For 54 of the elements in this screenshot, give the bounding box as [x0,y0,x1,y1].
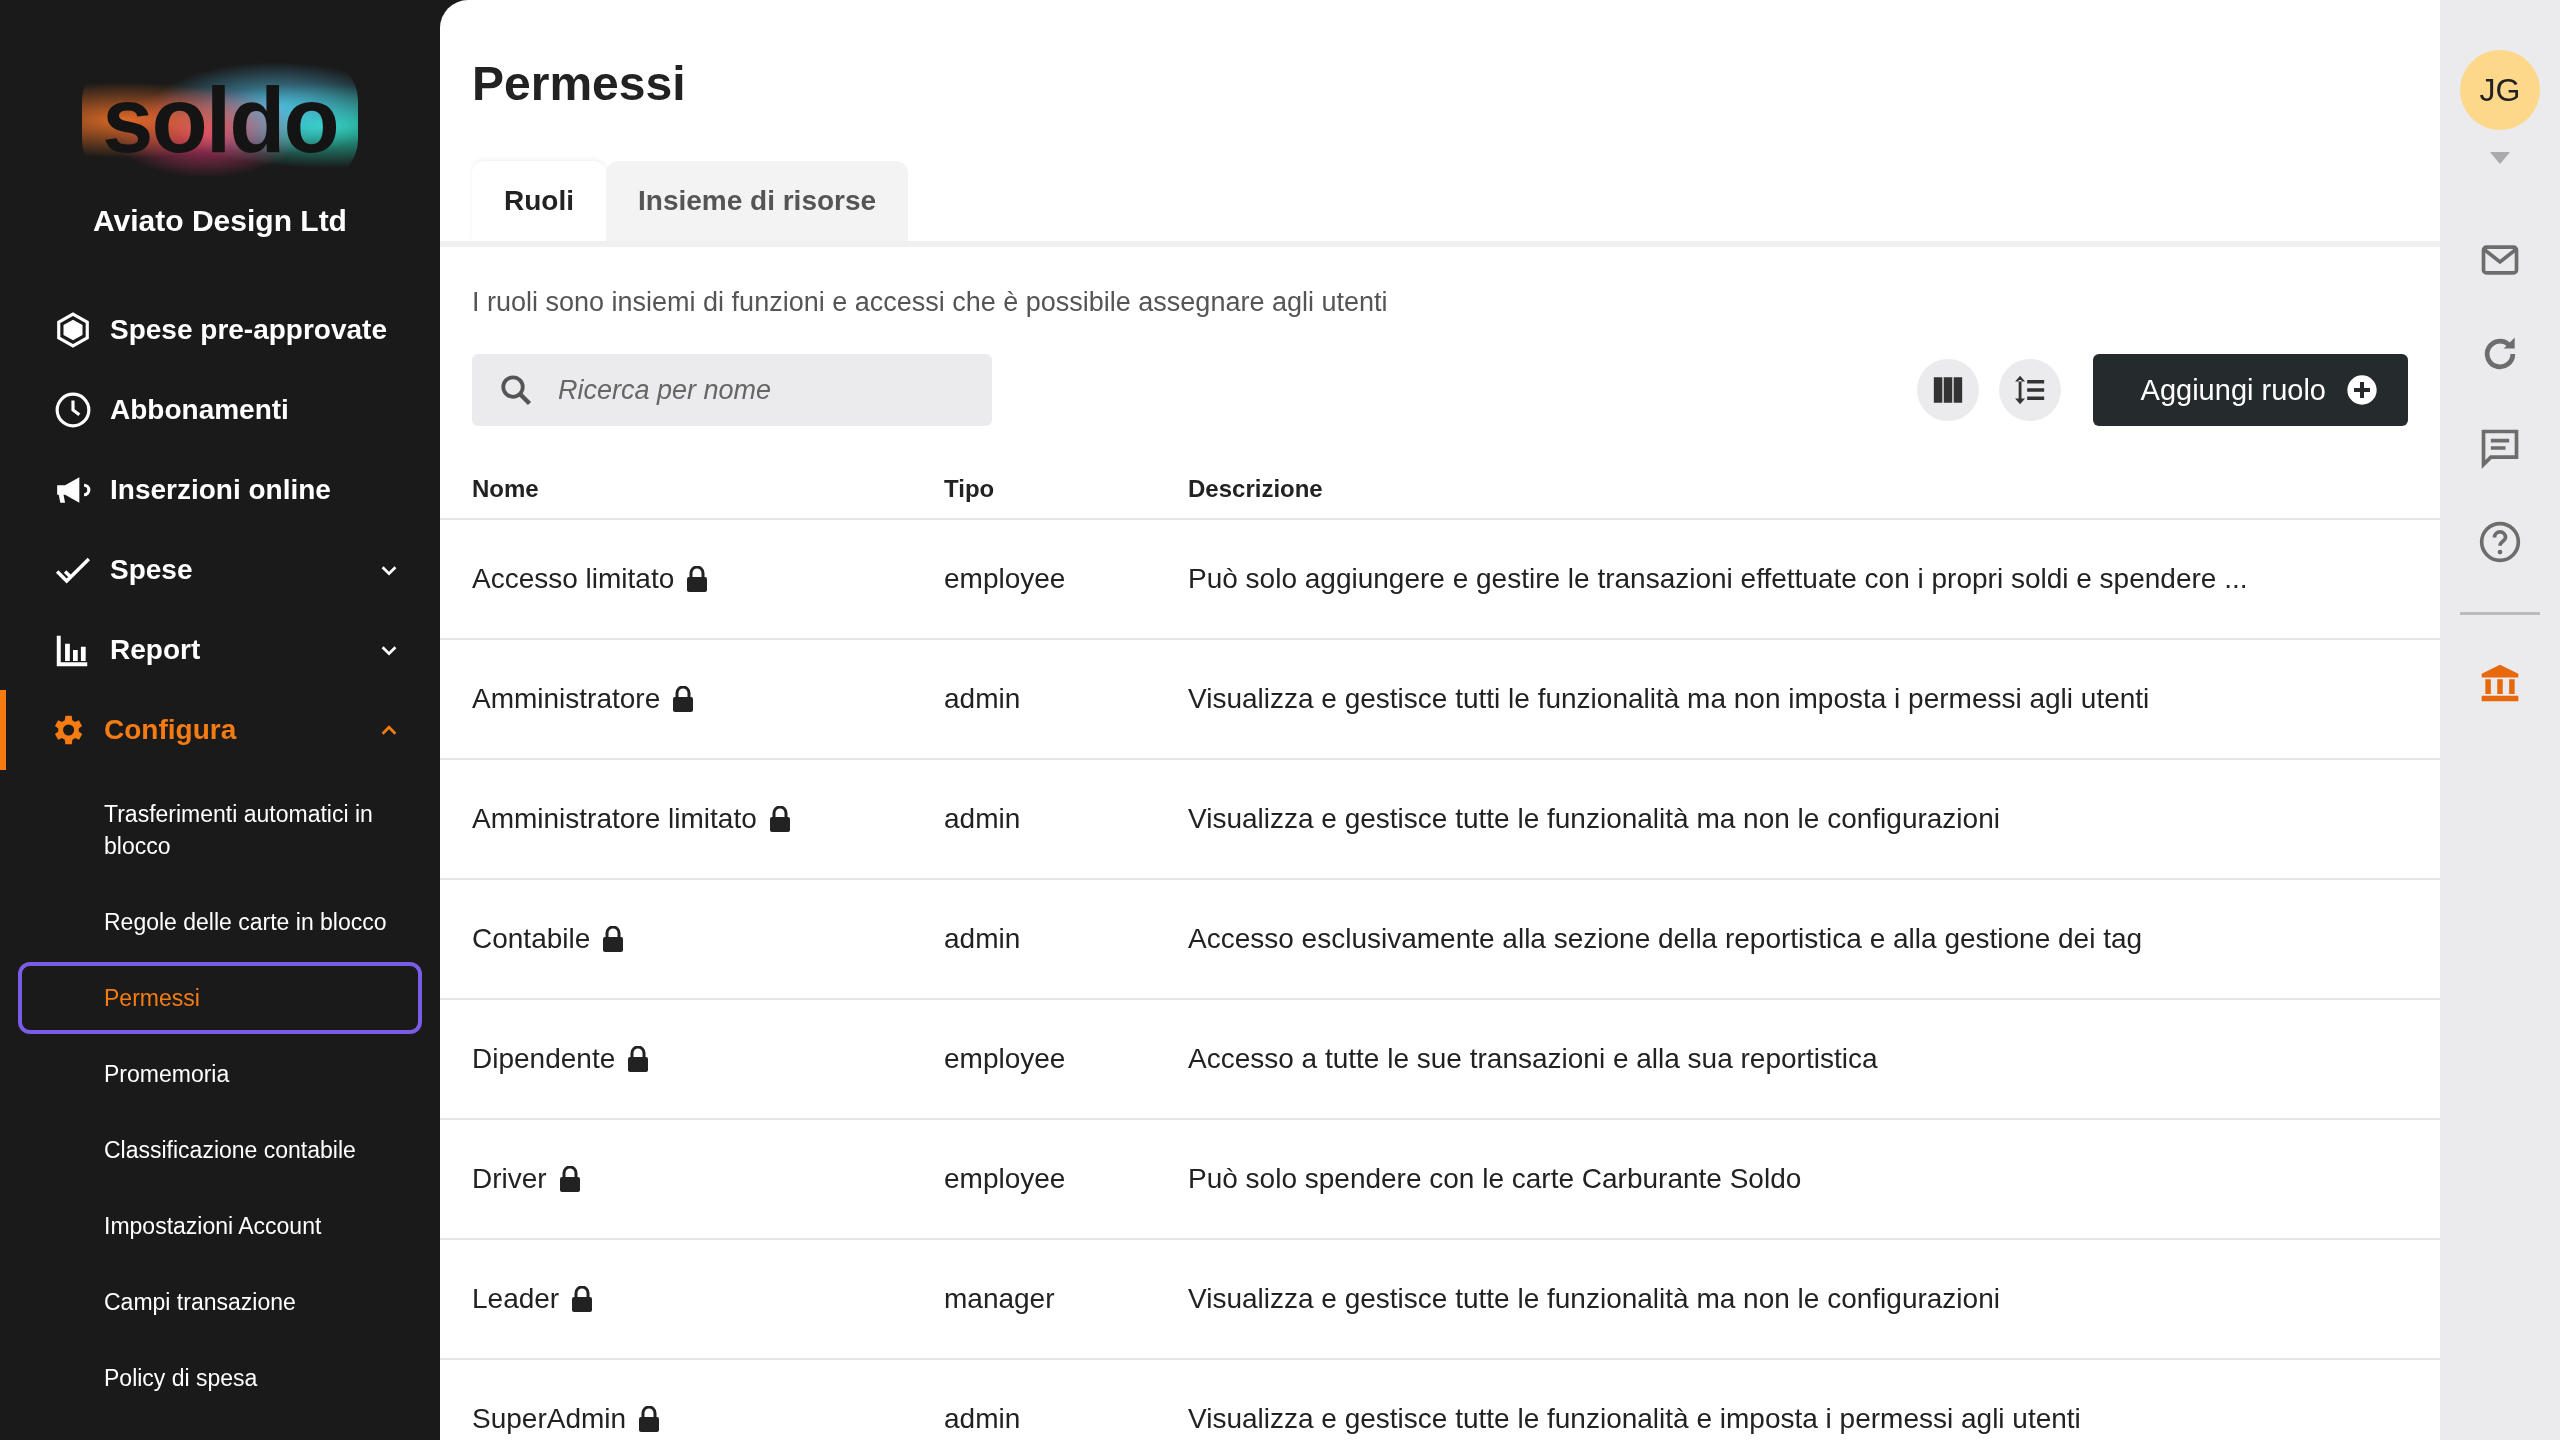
table-cell-text: Visualizza e gestisce tutte le funzionalità ma non le configurazioni [1188,1283,2001,1315]
nav-item[interactable]: Report [0,610,440,690]
table-cell-text: Può solo aggiungere e gestire le transazioni effettuate con i propri soldi e spendere ... [1188,563,2249,595]
submenu-item[interactable]: Campi transazione [18,1266,422,1338]
table-cell-text: Visualizza e gestisce tutte le funzionalità ma non le configurazioni [1188,803,2001,835]
submenu-item[interactable]: Impostazioni Account [18,1190,422,1262]
table-cell-text: Visualizza e gestisce tutte le funzionalità e imposta i permessi agli utenti [1188,1403,2082,1435]
role-name: SuperAdmin [472,1403,627,1435]
page-title: Permessi [472,56,687,111]
clock-icon [54,391,92,429]
line-spacing-icon [2012,373,2047,407]
description-text: I ruoli sono insiemi di funzioni e accessi che è possibile assegnare agli utenti [472,287,1389,318]
user-avatar[interactable]: JG [2460,50,2540,130]
table-cell-text: manager [944,1283,1056,1315]
nav-item[interactable]: Abbonamenti [0,370,440,450]
role-name: Driver [472,1163,547,1195]
table-cell-text: Accesso esclusivamente alla sezione della reportistica e alla gestione dei tag [1188,923,2144,955]
submenu-item[interactable]: Permessi [18,962,422,1034]
role-name: Amministratore limitato [472,803,757,835]
hexagon-icon [54,311,92,349]
submenu-item[interactable]: Trasferimenti automatici in blocco [18,778,422,882]
tab[interactable]: Insieme di risorse [606,161,909,241]
help-icon [2478,519,2522,564]
add-role-button[interactable]: Aggiungi ruolo [2092,354,2408,426]
submenu-item[interactable]: Policy di spesa [18,1342,422,1414]
table-cell-text: employee [944,1163,1067,1195]
nav-item[interactable]: Inserzioni online [0,450,440,530]
table-cell-text: admin [944,923,1022,955]
nav-item[interactable]: Spese pre-approvate [0,290,440,370]
table-cell-text: admin [944,683,1022,715]
caret-icon [2490,152,2510,164]
plus-circle-icon [2346,374,2378,406]
table-cell-text: admin [944,1403,1022,1435]
column-header: Descrizione [1188,475,1324,503]
tab[interactable]: Ruoli [472,161,606,241]
search-field[interactable]: Ricerca per nome [472,354,992,426]
table-cell-text: admin [944,803,1022,835]
submenu-item[interactable]: Promemoria [18,1038,422,1110]
table-cell-text: Visualizza e gestisce tutti le funzionalità ma non imposta i permessi agli utenti [1188,683,2151,715]
nav-item[interactable]: Spese [0,530,440,610]
submenu-item[interactable]: Classificazione contabile [18,1114,422,1186]
table-cell-text: employee [944,563,1067,595]
table-cell-text: Può solo spendere con le carte Carburante Soldo [1188,1163,1803,1195]
table-cell-text: employee [944,1043,1067,1075]
column-header: Tipo [944,475,996,503]
company-name: Aviato Design Ltd [92,204,348,238]
role-name: Amministratore [472,683,661,715]
role-name: Leader [472,1283,560,1315]
table-cell-text: Accesso a tutte le sue transazioni e alla sua reportistica [1188,1043,1879,1075]
column-header: Nome [472,475,540,503]
submenu-item[interactable]: Regole delle carte in blocco [18,886,422,958]
role-name: Dipendente [472,1043,616,1075]
role-name: Accesso limitato [472,563,675,595]
role-name: Contabile [472,923,591,955]
